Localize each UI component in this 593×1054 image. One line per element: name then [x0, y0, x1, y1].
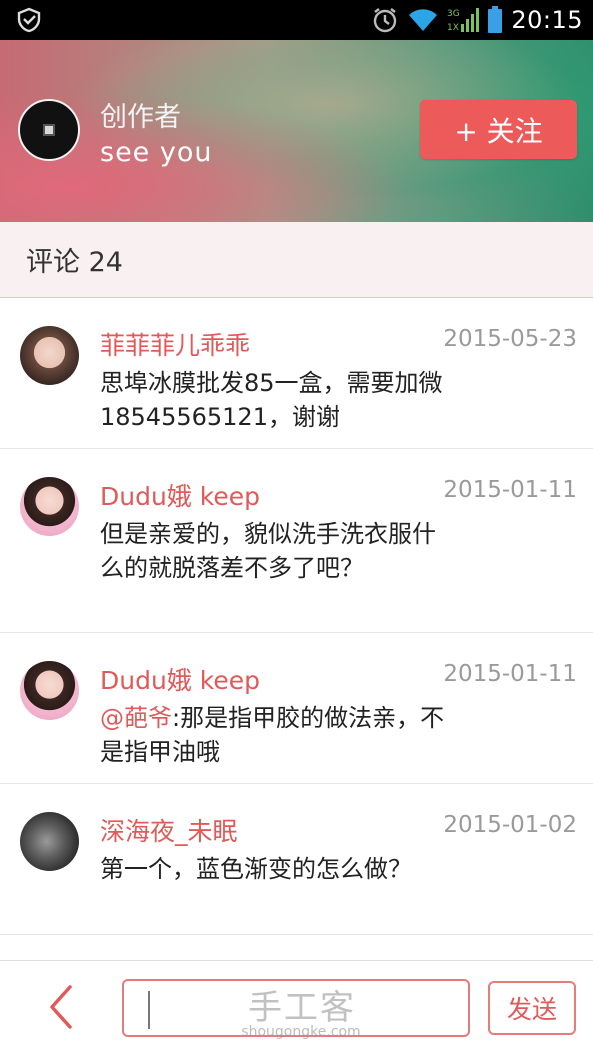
- comment-text: 第一个，蓝色渐变的怎么做？: [100, 855, 412, 883]
- comment-date: 2015-05-23: [443, 326, 577, 352]
- comments-count-header: 评论 24: [0, 222, 593, 298]
- comment-text: @葩爷:那是指甲胶的做法亲，不是指甲油哦: [100, 701, 445, 769]
- comment-author[interactable]: Dudu娥 keep: [100, 477, 260, 513]
- comment-item[interactable]: 深海夜_未眠 2015-01-02 第一个，蓝色渐变的怎么做？: [0, 784, 593, 935]
- comment-text: 但是亲爱的，貌似洗手洗衣服什么的就脱落差不多了吧？: [100, 520, 436, 582]
- creator-label: 创作者: [100, 102, 181, 133]
- comment-date: 2015-01-02: [443, 812, 577, 838]
- network-type-label: 3G: [447, 9, 460, 19]
- comments-count-label: 评论 24: [26, 247, 123, 278]
- comment-input[interactable]: [124, 981, 468, 1035]
- signal-icon: 3G 1X: [447, 8, 480, 33]
- status-time: 20:15: [511, 6, 583, 34]
- comment-author[interactable]: Dudu娥 keep: [100, 661, 260, 697]
- shield-icon: [17, 7, 41, 33]
- creator-name[interactable]: see you: [100, 137, 212, 168]
- battery-icon: [488, 6, 503, 33]
- user-avatar[interactable]: [20, 326, 79, 385]
- user-avatar[interactable]: [20, 661, 79, 720]
- comment-date: 2015-01-11: [443, 661, 577, 687]
- follow-button[interactable]: + 关注: [420, 100, 577, 159]
- alarm-icon: [374, 8, 397, 33]
- comment-item[interactable]: Dudu娥 keep 2015-01-11 但是亲爱的，貌似洗手洗衣服什么的就脱…: [0, 449, 593, 633]
- comment-item[interactable]: 菲菲菲儿乖乖 2015-05-23 思埠冰膜批发85一盒，需要加微1854556…: [0, 298, 593, 449]
- comment-compose-bar: 发送: [0, 960, 593, 1054]
- comment-date: 2015-01-11: [443, 477, 577, 503]
- status-bar: 3G 1X 20:15: [0, 0, 593, 40]
- avatar-placeholder-icon: [43, 124, 55, 136]
- wifi-icon: [409, 9, 438, 31]
- send-button[interactable]: 发送: [488, 981, 576, 1035]
- comment-input-box[interactable]: [122, 979, 470, 1037]
- back-arrow-icon[interactable]: [40, 981, 80, 1033]
- comment-mention[interactable]: @葩爷: [100, 704, 172, 732]
- comment-author[interactable]: 菲菲菲儿乖乖: [100, 326, 250, 362]
- comment-text: 思埠冰膜批发85一盒，需要加微18545565121，谢谢: [100, 369, 443, 431]
- creator-header: 创作者 see you + 关注: [0, 40, 593, 222]
- user-avatar[interactable]: [20, 477, 79, 536]
- comment-item[interactable]: Dudu娥 keep 2015-01-11 @葩爷:那是指甲胶的做法亲，不是指甲…: [0, 633, 593, 784]
- network-sub-label: 1X: [447, 23, 459, 33]
- user-avatar[interactable]: [20, 812, 79, 871]
- comment-author[interactable]: 深海夜_未眠: [100, 812, 238, 848]
- creator-avatar[interactable]: [18, 99, 80, 161]
